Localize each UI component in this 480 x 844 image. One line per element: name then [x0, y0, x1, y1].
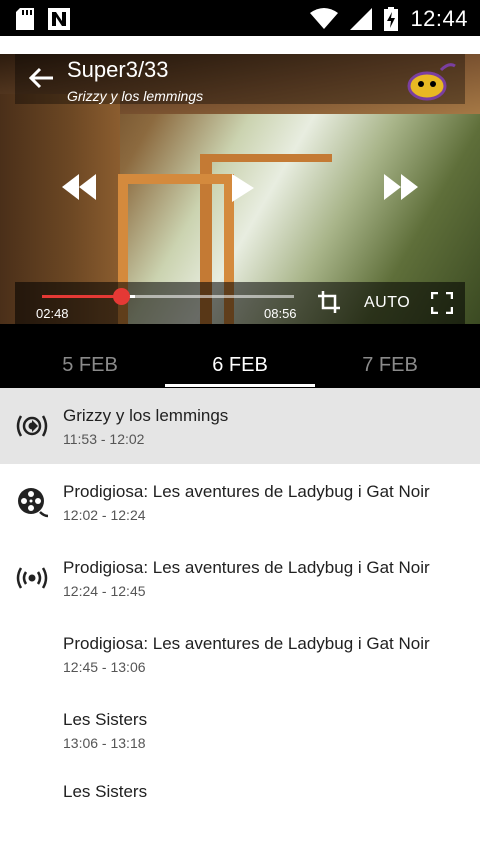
- program-time: 11:53 - 12:02: [63, 431, 145, 447]
- seek-progress: [42, 295, 121, 298]
- signal-icon: [350, 8, 373, 30]
- program-title: Les Sisters: [63, 782, 148, 801]
- current-time: 02:48: [36, 306, 69, 321]
- list-item[interactable]: Prodigiosa: Les aventures de Ladybug i G…: [0, 616, 480, 692]
- tab-5-feb[interactable]: 5 FEB: [15, 324, 165, 388]
- program-title: Prodigiosa: Les aventures de Ladybug i G…: [63, 482, 430, 501]
- n-notification-icon: [48, 8, 70, 30]
- program-title: Les Sisters: [63, 710, 148, 729]
- date-tabs: 5 FEB 6 FEB 7 FEB: [0, 324, 480, 388]
- play-icon[interactable]: [230, 172, 256, 204]
- wifi-icon: [310, 8, 339, 29]
- seek-thumb[interactable]: [112, 288, 130, 305]
- channel-logo: [407, 63, 456, 101]
- tab-6-feb[interactable]: 6 FEB: [165, 324, 315, 388]
- program-title: Grizzy y los lemmings: [63, 406, 229, 425]
- list-item[interactable]: Prodigiosa: Les aventures de Ladybug i G…: [0, 464, 480, 540]
- live-broadcast-icon: [16, 415, 48, 437]
- video-player[interactable]: Super3/33 Grizzy y los lemmings 02:48 08…: [0, 54, 480, 324]
- list-item[interactable]: Les Sisters 13:06 - 13:18: [0, 692, 480, 768]
- program-time: 13:06 - 13:18: [63, 735, 146, 751]
- list-item[interactable]: Prodigiosa: Les aventures de Ladybug i G…: [0, 540, 480, 616]
- program-title: Prodigiosa: Les aventures de Ladybug i G…: [63, 634, 430, 653]
- list-item[interactable]: Les Sisters: [0, 768, 480, 844]
- duration: 08:56: [264, 306, 297, 321]
- program-time: 12:24 - 12:45: [63, 583, 146, 599]
- seek-bar[interactable]: [42, 288, 294, 305]
- sd-card-icon: [16, 8, 34, 30]
- list-item[interactable]: Grizzy y los lemmings 11:53 - 12:02: [0, 388, 480, 464]
- status-bar: 12:44: [0, 0, 480, 36]
- clock: 12:44: [410, 6, 468, 31]
- program-time: 12:02 - 12:24: [63, 507, 146, 523]
- program-title: Prodigiosa: Les aventures de Ladybug i G…: [63, 558, 430, 577]
- schedule-list: Grizzy y los lemmings 11:53 - 12:02 Prod…: [0, 388, 480, 844]
- quality-button[interactable]: AUTO: [364, 294, 410, 312]
- rewind-icon[interactable]: [60, 172, 98, 202]
- title-overlay: Super3/33 Grizzy y los lemmings: [15, 54, 465, 104]
- video-title: Super3/33: [67, 57, 169, 82]
- battery-charging-icon: [384, 7, 399, 31]
- player-controls: 02:48 08:56 AUTO: [15, 282, 465, 324]
- program-time: 12:45 - 13:06: [63, 659, 146, 675]
- fast-forward-icon[interactable]: [382, 172, 420, 202]
- tab-7-feb[interactable]: 7 FEB: [315, 324, 465, 388]
- active-tab-indicator: [165, 384, 315, 387]
- broadcast-icon: [16, 567, 48, 589]
- film-reel-icon: [18, 488, 49, 518]
- crop-icon[interactable]: [317, 290, 341, 314]
- back-arrow-icon[interactable]: [27, 66, 55, 90]
- fullscreen-icon[interactable]: [431, 292, 453, 314]
- video-subtitle: Grizzy y los lemmings: [67, 88, 204, 104]
